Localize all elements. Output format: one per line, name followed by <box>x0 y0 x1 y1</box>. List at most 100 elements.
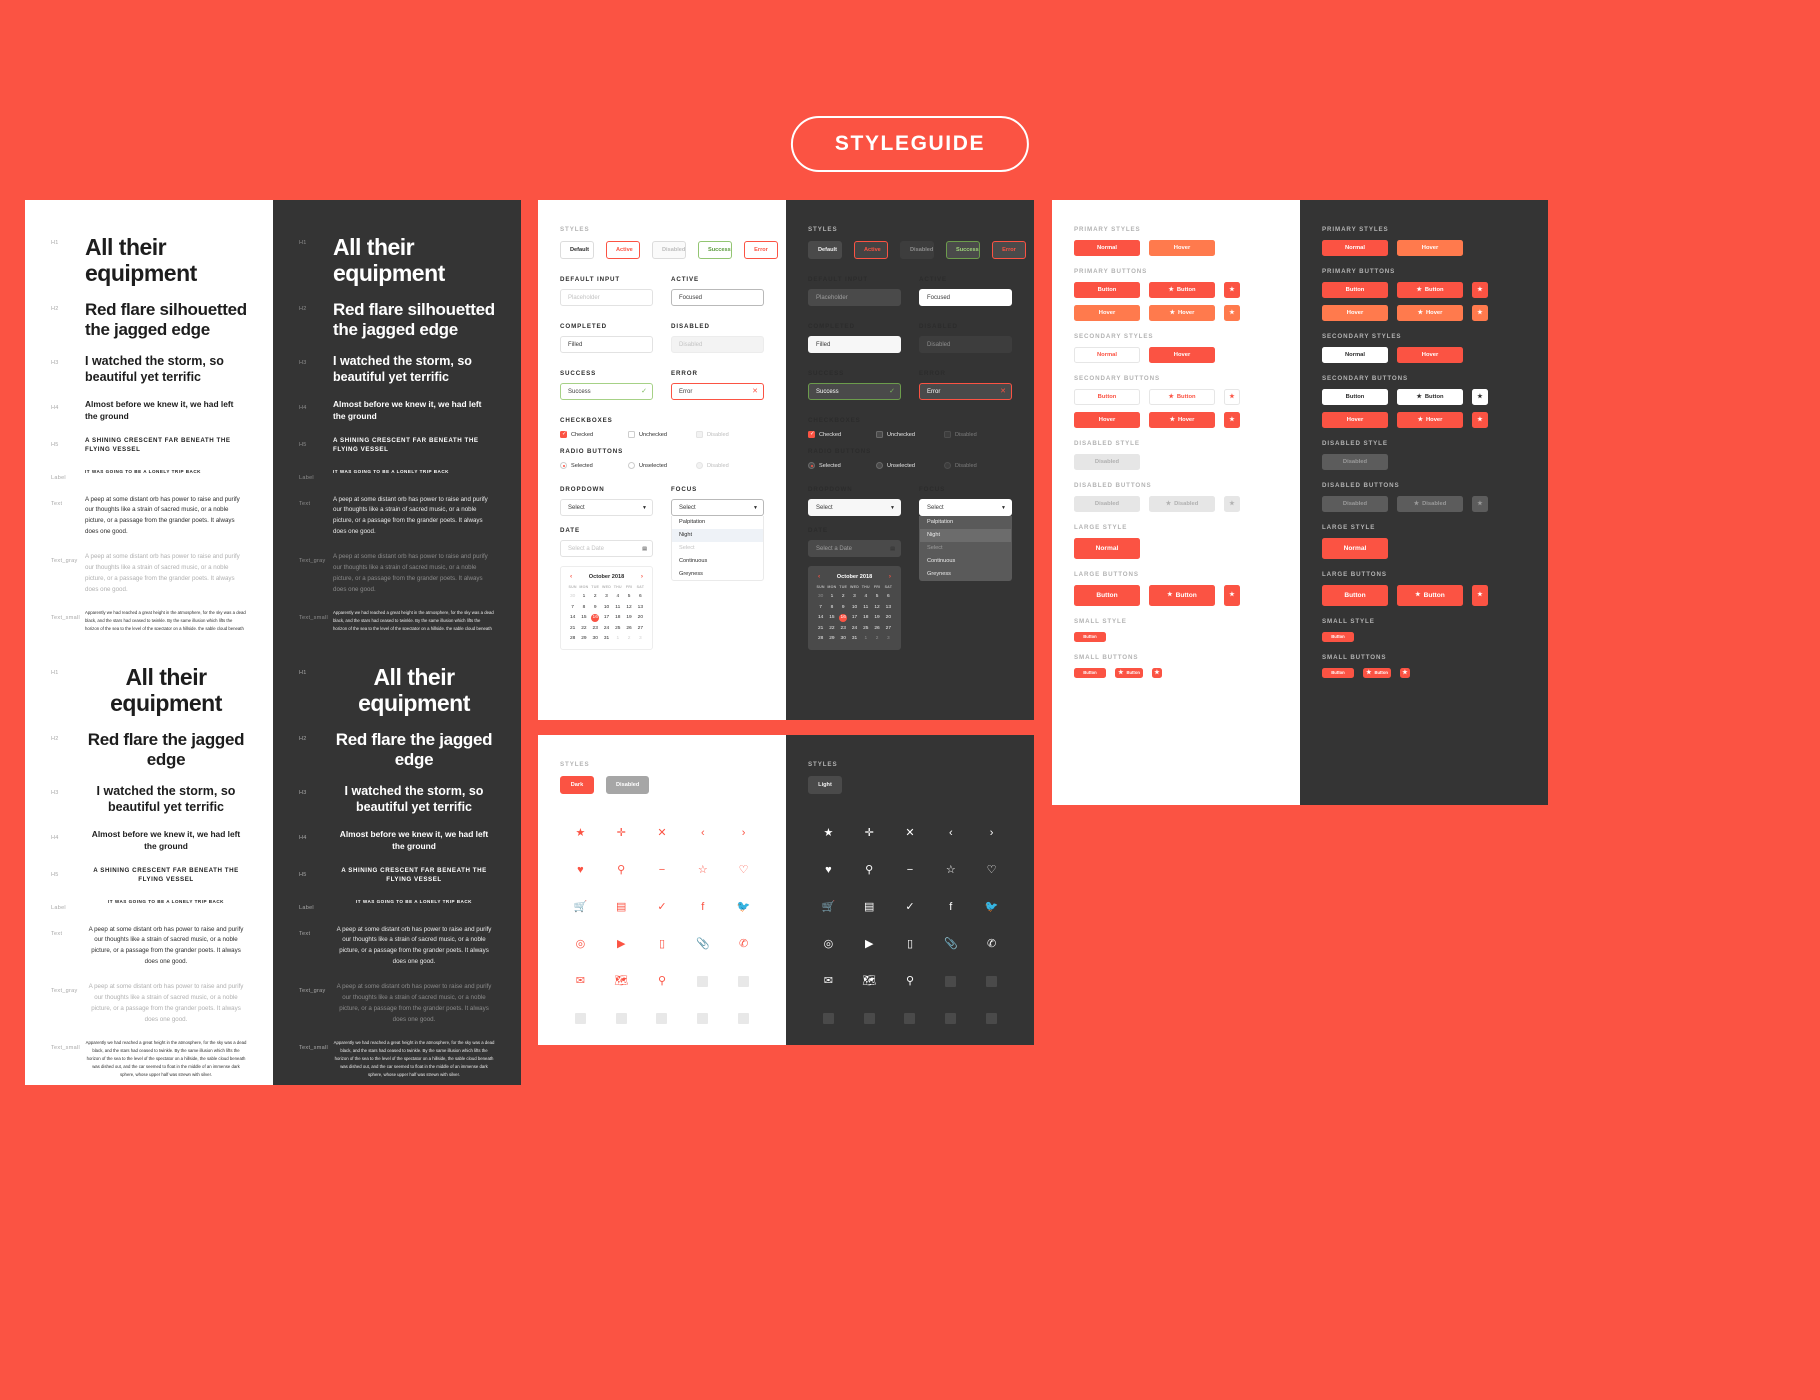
calendar-day[interactable]: 10 <box>849 604 860 612</box>
calendar-day[interactable]: 7 <box>567 604 578 612</box>
disabled-button-star[interactable]: ★ Disabled <box>1397 496 1463 512</box>
dropdown-option[interactable]: Night <box>672 528 763 542</box>
small-icon-button[interactable]: ★ <box>1152 668 1162 678</box>
star-outline-icon[interactable]: ☆ <box>698 865 708 876</box>
calendar-day[interactable]: 16 <box>590 614 601 623</box>
style-chip-active[interactable]: Active <box>854 241 888 259</box>
calendar-day[interactable]: 12 <box>871 604 882 612</box>
dropdown-option[interactable]: Select <box>672 542 763 555</box>
attachment-icon[interactable]: 📎 <box>696 939 710 950</box>
disabled-style-button[interactable]: Disabled <box>1322 454 1388 470</box>
calendar-day[interactable]: 6 <box>635 593 646 601</box>
location-pin-icon[interactable]: ⚲ <box>658 976 666 987</box>
completed-input[interactable]: Filled <box>808 336 901 353</box>
large-button-star[interactable]: ★ Button <box>1149 585 1215 606</box>
primary-normal-button[interactable]: Normal <box>1322 240 1388 256</box>
mail-icon[interactable]: ✉ <box>576 976 585 987</box>
small-button-star[interactable]: ★ Button <box>1115 668 1143 678</box>
minus-icon[interactable]: − <box>659 865 665 876</box>
disabled-icon-button[interactable]: ★ <box>1472 496 1488 512</box>
primary-icon-button[interactable]: ★ <box>1472 282 1488 298</box>
calendar-day[interactable]: 8 <box>826 604 837 612</box>
primary-hover[interactable]: Hover <box>1074 305 1140 321</box>
checkbox-box-icon[interactable] <box>627 431 635 438</box>
check-icon[interactable]: ✓ <box>657 902 666 913</box>
secondary-hover-button[interactable]: Hover <box>1397 347 1463 363</box>
radio-box-icon[interactable] <box>695 462 703 469</box>
style-chip-default[interactable]: Default <box>808 241 842 259</box>
calendar-day[interactable]: 22 <box>578 625 589 633</box>
dropdown-options-list[interactable]: Palpitation Night Select Continuous Greyness <box>671 516 764 581</box>
secondary-icon-button[interactable]: ★ <box>1472 389 1488 405</box>
star-filled-icon[interactable]: ★ <box>823 828 833 839</box>
dropdown-option[interactable]: Select <box>920 542 1011 555</box>
calendar-day[interactable]: 30 <box>838 635 849 643</box>
primary-hover-icon-button[interactable]: ★ <box>1224 305 1240 321</box>
calendar-day[interactable]: 28 <box>815 635 826 643</box>
facebook-icon[interactable]: f <box>701 902 704 913</box>
large-icon-button[interactable]: ★ <box>1472 585 1488 606</box>
style-chip-error[interactable]: Error <box>744 241 778 259</box>
search-icon[interactable]: ⚲ <box>617 865 625 876</box>
primary-icon-button[interactable]: ★ <box>1224 282 1240 298</box>
large-icon-button[interactable]: ★ <box>1224 585 1240 606</box>
heart-outline-icon[interactable]: ♡ <box>739 865 749 876</box>
calendar-day[interactable]: 13 <box>635 604 646 612</box>
calendar-day[interactable]: 5 <box>871 593 882 601</box>
cart-icon[interactable]: 🛒 <box>822 902 836 913</box>
calendar-day[interactable]: 19 <box>871 614 882 622</box>
calendar-day[interactable]: 15 <box>826 614 837 622</box>
calendar-day[interactable]: 22 <box>826 625 837 633</box>
calendar-day[interactable]: 17 <box>601 614 612 622</box>
focus-select[interactable]: Select <box>671 499 764 516</box>
calendar-day[interactable]: 17 <box>849 614 860 622</box>
checkbox-2[interactable]: Disabled <box>943 431 1012 438</box>
radio-box-icon[interactable] <box>627 462 635 469</box>
calendar-day[interactable]: 3 <box>883 635 894 643</box>
plus-icon[interactable]: ✛ <box>865 828 874 839</box>
checkbox-1[interactable]: Unchecked <box>627 431 696 438</box>
star-filled-icon[interactable]: ★ <box>575 828 585 839</box>
error-input[interactable]: Error <box>671 383 764 400</box>
calendar-day[interactable]: 2 <box>590 593 601 601</box>
calendar-day[interactable]: 25 <box>612 625 623 633</box>
calendar-day[interactable]: 23 <box>838 625 849 633</box>
calendar-day[interactable]: 24 <box>849 625 860 633</box>
chevron-down-icon[interactable]: ▼ <box>890 504 895 513</box>
calendar-day[interactable]: 30 <box>590 635 601 643</box>
calendar-day[interactable]: 19 <box>623 614 634 622</box>
disabled-style-button[interactable]: Disabled <box>1074 454 1140 470</box>
success-input[interactable]: Success <box>560 383 653 400</box>
checkbox-box-icon[interactable] <box>560 431 567 438</box>
small-button[interactable]: Button <box>1074 668 1106 678</box>
calendar-day[interactable]: 1 <box>612 635 623 643</box>
calendar-day[interactable]: 27 <box>883 625 894 633</box>
dropdown-option[interactable]: Greyness <box>920 567 1011 580</box>
map-icon[interactable]: 🗺 <box>614 976 628 987</box>
heart-filled-icon[interactable]: ♥ <box>825 865 832 876</box>
secondary-normal-button[interactable]: Normal <box>1074 347 1140 363</box>
calendar-day[interactable]: 2 <box>838 593 849 601</box>
youtube-icon[interactable]: ▶ <box>617 939 625 950</box>
date-input[interactable]: Select a Date <box>560 540 653 557</box>
disabled-icon-button[interactable]: ★ <box>1224 496 1240 512</box>
small-style-button[interactable]: Button <box>1322 632 1354 642</box>
default-input[interactable]: Placeholder <box>560 289 653 306</box>
primary-normal-button[interactable]: Normal <box>1074 240 1140 256</box>
calendar-day[interactable]: 16 <box>838 614 849 623</box>
radio-0[interactable]: Selected <box>560 462 628 469</box>
disabled-button[interactable]: Disabled <box>1074 496 1140 512</box>
small-button[interactable]: Button <box>1322 668 1354 678</box>
calendar-day[interactable]: 13 <box>883 604 894 612</box>
calendar-day[interactable]: 14 <box>815 614 826 622</box>
calendar-day[interactable]: 20 <box>635 614 646 622</box>
dropdown-select[interactable]: Select <box>560 499 653 516</box>
primary-button[interactable]: Button <box>1322 282 1388 298</box>
calendar-day[interactable]: 26 <box>871 625 882 633</box>
calendar-day[interactable]: 11 <box>612 604 623 612</box>
radio-box-icon[interactable] <box>943 462 951 469</box>
calendar-day[interactable]: 23 <box>590 625 601 633</box>
radio-2[interactable]: Disabled <box>943 462 1012 469</box>
calendar-day[interactable]: 29 <box>826 635 837 643</box>
style-chip-success[interactable]: Success <box>698 241 732 259</box>
